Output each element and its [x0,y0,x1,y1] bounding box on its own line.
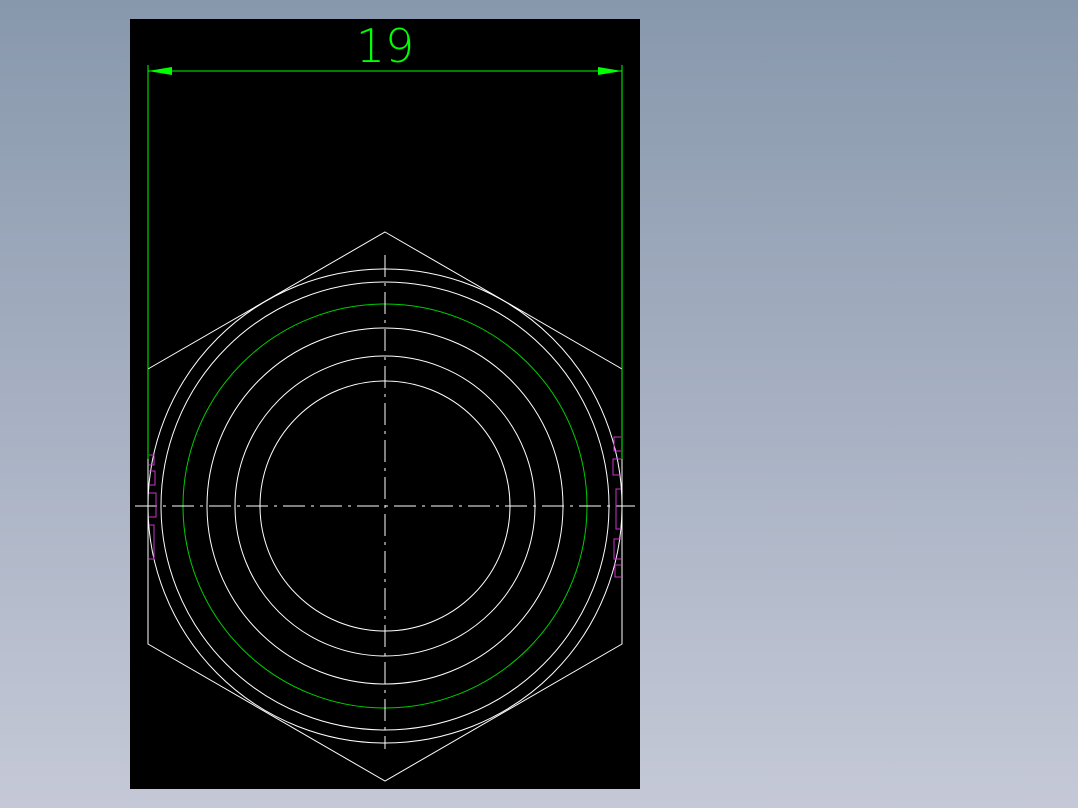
dimension-arrow-left [148,67,172,75]
hidden-marks-left [149,454,157,560]
dimension-value: 19 [356,19,415,73]
hex-nut-top-view: 19 [135,19,635,782]
drawing-viewport[interactable]: 19 [130,19,640,789]
dimension-arrow-right [598,67,622,75]
